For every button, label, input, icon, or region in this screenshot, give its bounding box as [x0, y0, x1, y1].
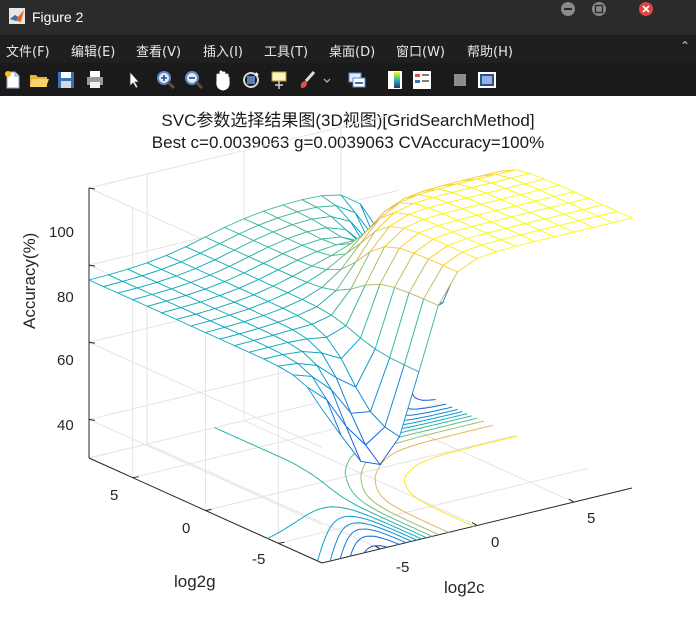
window-title: Figure 2 — [32, 9, 84, 25]
menu-insert[interactable]: 插入(I) — [203, 41, 243, 60]
menu-tools[interactable]: 工具(T) — [264, 41, 308, 60]
y-tick-label: 5 — [110, 487, 119, 504]
close-button[interactable] — [631, 0, 661, 18]
y-tick — [205, 509, 212, 511]
z-tick-label: 40 — [57, 417, 74, 434]
x-tick-label: 5 — [587, 510, 596, 527]
x-tick-label: -5 — [396, 559, 410, 576]
brush-dropdown-icon[interactable] — [321, 69, 333, 91]
z-tick-label: 100 — [49, 224, 75, 241]
window-titlebar: Figure 2 — [0, 0, 696, 35]
menu-bar: 文件(F) 编辑(E) 查看(V) 插入(I) 工具(T) 桌面(D) 窗口(W… — [0, 35, 696, 63]
print-icon[interactable] — [84, 69, 106, 91]
menu-help[interactable]: 帮助(H) — [467, 41, 513, 60]
y-tick — [132, 476, 139, 479]
brush-icon[interactable] — [297, 69, 319, 91]
z-tick-label: 80 — [57, 289, 74, 306]
menu-desktop[interactable]: 桌面(D) — [329, 41, 375, 60]
save-icon[interactable] — [55, 69, 77, 91]
surface-plot-3d[interactable] — [0, 96, 696, 621]
y-tick — [278, 541, 285, 544]
figure-canvas[interactable]: SVC参数选择结果图(3D视图)[GridSearchMethod] Best … — [0, 96, 696, 621]
menu-view[interactable]: 查看(V) — [136, 41, 181, 60]
show-plot-tools-icon[interactable] — [476, 69, 498, 91]
figure-toolbar — [0, 63, 696, 96]
menu-expand-icon[interactable]: ⌃ — [680, 39, 690, 53]
colorbar-icon[interactable] — [384, 69, 406, 91]
y-axis-label: log2g — [174, 572, 216, 591]
contour-line — [403, 435, 518, 527]
pointer-icon[interactable] — [123, 69, 145, 91]
hide-plot-tools-icon[interactable] — [449, 69, 471, 91]
pan-icon[interactable] — [212, 69, 234, 91]
x-tick-label: 0 — [491, 534, 500, 551]
menu-edit[interactable]: 编辑(E) — [71, 41, 115, 60]
accuracy-surface — [87, 169, 634, 466]
menu-file[interactable]: 文件(F) — [6, 41, 50, 60]
link-plot-icon[interactable] — [346, 69, 368, 91]
zoom-in-icon[interactable] — [155, 69, 177, 91]
minimize-button[interactable] — [553, 0, 583, 18]
x-axis-label: log2c — [444, 578, 485, 597]
y-tick-label: -5 — [252, 551, 266, 568]
new-figure-icon[interactable] — [2, 69, 24, 91]
data-cursor-icon[interactable] — [269, 69, 291, 91]
z-axis-label: Accuracy(%) — [20, 232, 39, 329]
matlab-logo-icon — [9, 8, 25, 24]
legend-icon[interactable] — [411, 69, 433, 91]
open-icon[interactable] — [28, 69, 50, 91]
zoom-out-icon[interactable] — [183, 69, 205, 91]
menu-window[interactable]: 窗口(W) — [396, 41, 445, 60]
rotate-3d-icon[interactable] — [240, 69, 262, 91]
y-tick-label: 0 — [182, 520, 191, 537]
maximize-button[interactable] — [584, 0, 614, 18]
z-tick-label: 60 — [57, 352, 74, 369]
